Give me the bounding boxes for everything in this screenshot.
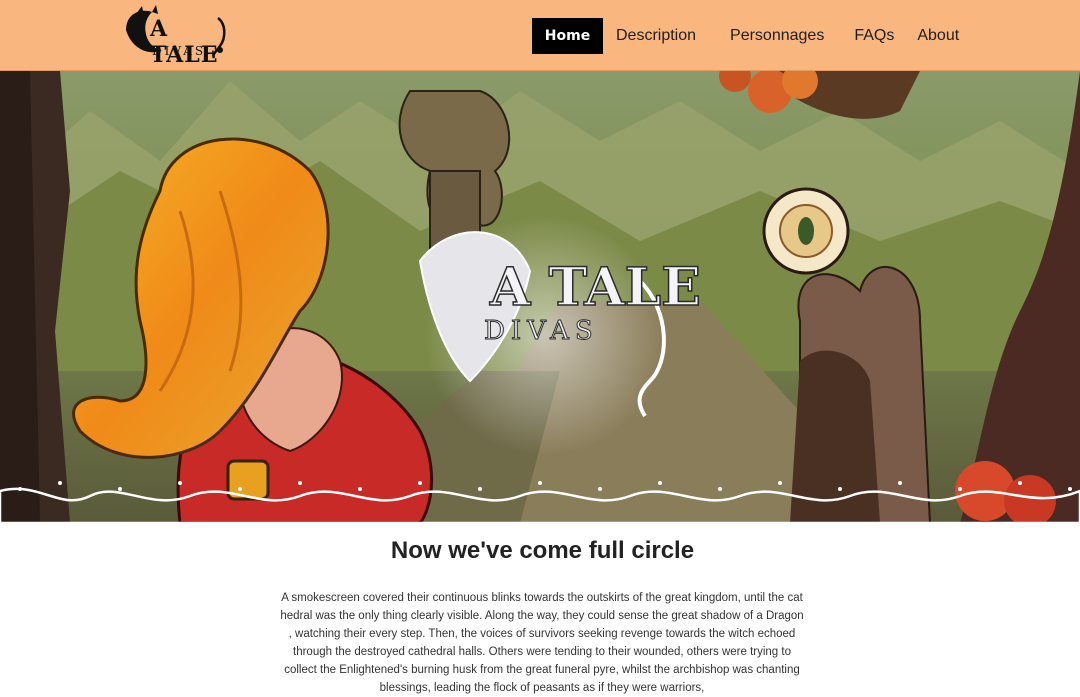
nav-personnages[interactable]: Personnages bbox=[718, 18, 836, 54]
logo-title: A TALE bbox=[150, 16, 219, 68]
content-section: Now we've come full circle A smokescreen… bbox=[0, 523, 1080, 694]
hero-logo-title: A TALE bbox=[489, 257, 701, 318]
nav-about[interactable]: About bbox=[905, 18, 971, 54]
hero-illustration: A TALE DIVAS bbox=[0, 71, 1080, 523]
main-nav: Home Description Personnages FAQs About bbox=[532, 18, 971, 54]
top-navbar: A TALE DIVAS Home Description Personnage… bbox=[0, 0, 1080, 71]
section-headline: Now we've come full circle bbox=[390, 537, 695, 564]
hero-banner: A TALE DIVAS bbox=[0, 71, 1080, 523]
hero-logo-subtitle: DIVAS bbox=[484, 316, 599, 346]
story-paragraph: A smokescreen covered their continuous b… bbox=[280, 592, 804, 694]
nav-faqs[interactable]: FAQs bbox=[842, 18, 906, 54]
eyeball-creature bbox=[762, 187, 850, 275]
nav-home[interactable]: Home bbox=[532, 18, 603, 54]
logo-subtitle: DIVAS bbox=[152, 44, 207, 58]
nav-description[interactable]: Description bbox=[604, 18, 708, 54]
site-logo[interactable]: A TALE DIVAS bbox=[122, 4, 234, 68]
